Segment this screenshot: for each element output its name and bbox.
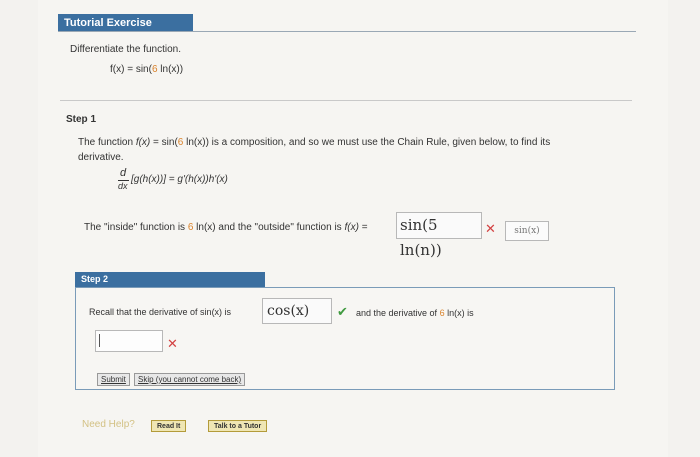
correct-check-icon: ✔ [337, 304, 348, 319]
text-caret [99, 334, 100, 347]
read-it-button[interactable]: Read It [151, 420, 187, 432]
step2-tab: Step 2 [75, 272, 265, 287]
inside-fx: f(x) [344, 222, 359, 233]
step2-recall-text: Recall that the derivative of sin(x) is [89, 307, 232, 317]
function-definition: f(x) = sin(6 ln(x)) [110, 64, 183, 75]
step1-text-b: = sin( [150, 137, 178, 148]
empty-incorrect-icon: ✕ [167, 336, 178, 351]
sin-derivative-input[interactable]: cos(x) [262, 298, 332, 324]
step1-text-a: The function [78, 137, 136, 148]
step2-and-text-b: ln(x) is [444, 308, 474, 318]
instruction-text: Differentiate the function. [70, 44, 181, 55]
exercise-title: Tutorial Exercise [58, 14, 193, 32]
function-rhs: ln(x)) [157, 64, 184, 75]
step2-and-text-a: and the derivative of [356, 308, 440, 318]
step1-text-line1: The function f(x) = sin(6 ln(x)) is a co… [78, 137, 550, 148]
inside-eq: = [358, 222, 368, 233]
need-help-label: Need Help? [82, 419, 135, 430]
incorrect-icon: ✕ [485, 221, 496, 236]
section-divider [60, 100, 632, 101]
chain-rule-formula: [g(h(x))] = g'(h(x))h'(x) [131, 174, 228, 185]
correct-answer-hint: sin(x) [505, 221, 549, 241]
ln-derivative-input[interactable] [95, 330, 163, 352]
chain-rule-dx: dx [118, 181, 128, 191]
step1-text-line2: derivative. [78, 152, 124, 163]
chain-rule-d: d [120, 167, 127, 179]
skip-button[interactable]: Skip (you cannot come back) [134, 373, 246, 386]
talk-to-tutor-button[interactable]: Talk to a Tutor [208, 420, 268, 432]
step1-label: Step 1 [66, 114, 97, 125]
inside-outside-text: The "inside" function is 6 ln(x) and the… [84, 222, 368, 233]
step1-text-c: ln(x)) is a composition, and so we must … [183, 137, 551, 148]
function-lhs: f(x) = sin( [110, 64, 152, 75]
header-divider [58, 31, 636, 32]
inside-text-a: The "inside" function is [84, 222, 188, 233]
submit-button[interactable]: Submit [97, 373, 130, 386]
outside-function-input[interactable]: sin(5 ln(n)) [396, 212, 482, 259]
inside-text-b: ln(x) and the "outside" function is [193, 222, 345, 233]
step1-fx: f(x) [135, 137, 151, 148]
step2-and-text: and the derivative of 6 ln(x) is [356, 308, 474, 318]
